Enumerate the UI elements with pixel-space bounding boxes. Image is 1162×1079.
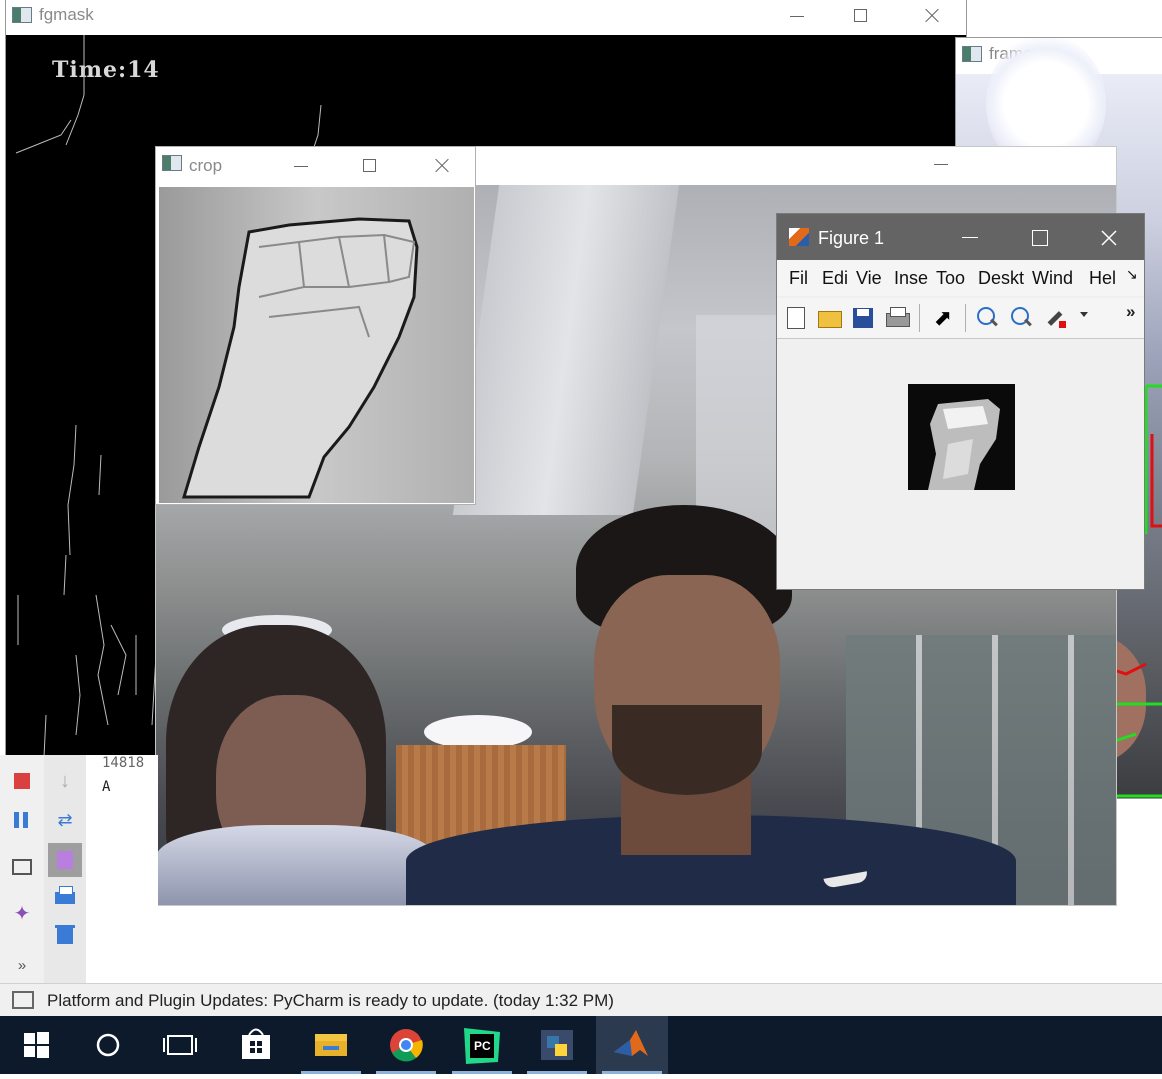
menu-desktop[interactable]: Deskt bbox=[978, 268, 1024, 289]
windows-taskbar: PC bbox=[0, 1016, 1162, 1074]
toolbar-overflow-button[interactable]: » bbox=[1126, 302, 1135, 322]
minimize-button[interactable] bbox=[782, 3, 812, 29]
ceiling-duct bbox=[452, 185, 680, 515]
task-view-button[interactable] bbox=[144, 1016, 216, 1074]
new-figure-icon[interactable] bbox=[781, 304, 809, 332]
maximize-button[interactable] bbox=[846, 3, 876, 29]
toolbar-divider bbox=[965, 304, 966, 332]
window-app-icon bbox=[12, 7, 32, 23]
dropdown-arrow-icon[interactable] bbox=[1080, 312, 1088, 317]
matlab-button[interactable] bbox=[596, 1016, 668, 1074]
save-icon[interactable] bbox=[849, 304, 877, 332]
fgmask-titlebar[interactable]: fgmask bbox=[6, 0, 966, 35]
scroll-down-icon[interactable]: ↓ bbox=[54, 770, 76, 792]
menu-overflow-icon[interactable]: ↘ bbox=[1126, 266, 1138, 283]
toolbar-divider bbox=[919, 304, 920, 332]
minimize-button[interactable] bbox=[962, 237, 978, 238]
print-icon[interactable] bbox=[883, 304, 911, 332]
figure-window[interactable]: Figure 1 Fil Edi Vie Inse Too Deskt Wind… bbox=[776, 213, 1145, 590]
pointer-icon[interactable]: ⬈ bbox=[929, 304, 957, 332]
maximize-button[interactable] bbox=[1032, 230, 1048, 246]
windows-logo-icon bbox=[24, 1032, 49, 1058]
sidebar-more-button[interactable]: » bbox=[11, 955, 33, 977]
zoom-out-icon[interactable] bbox=[1007, 304, 1035, 332]
python-icon bbox=[541, 1030, 573, 1060]
crop-titlebar[interactable]: crop bbox=[156, 147, 475, 185]
task-view-icon bbox=[163, 1035, 197, 1055]
window-title: crop bbox=[189, 156, 223, 175]
store-button[interactable] bbox=[220, 1016, 292, 1074]
folder-icon bbox=[315, 1034, 347, 1056]
store-bag-icon bbox=[242, 1028, 270, 1059]
pycharm-icon: PC bbox=[464, 1028, 500, 1064]
file-explorer-button[interactable] bbox=[295, 1016, 367, 1074]
start-button[interactable] bbox=[0, 1016, 72, 1074]
window-title: fgmask bbox=[39, 5, 94, 24]
status-bar: Platform and Plugin Updates: PyCharm is … bbox=[0, 983, 1162, 1016]
pendant-lamp bbox=[424, 715, 532, 749]
open-file-icon[interactable] bbox=[815, 304, 843, 332]
scroll-end-icon[interactable] bbox=[48, 843, 82, 877]
maximize-button[interactable] bbox=[355, 153, 385, 179]
figure-menubar: Fil Edi Vie Inse Too Deskt Wind Hel ↘ bbox=[777, 260, 1144, 296]
matlab-icon bbox=[789, 228, 809, 246]
crop-image bbox=[159, 187, 474, 503]
menu-window[interactable]: Wind bbox=[1032, 268, 1073, 289]
close-button[interactable] bbox=[916, 3, 946, 29]
close-button[interactable] bbox=[1101, 230, 1117, 246]
menu-help[interactable]: Hel bbox=[1089, 268, 1116, 289]
close-button[interactable] bbox=[426, 153, 456, 179]
figure-title: Figure 1 bbox=[818, 228, 885, 248]
minimize-button[interactable] bbox=[286, 153, 316, 179]
trash-icon[interactable] bbox=[54, 923, 76, 945]
figure-titlebar[interactable]: Figure 1 bbox=[777, 214, 1144, 260]
zoom-in-icon[interactable] bbox=[973, 304, 1001, 332]
chrome-button[interactable] bbox=[370, 1016, 442, 1074]
cortana-circle-icon bbox=[96, 1033, 120, 1057]
run-console-output[interactable]: 14818 A bbox=[86, 755, 158, 983]
console-line: 14818 bbox=[102, 755, 145, 771]
pin-icon[interactable]: ✦ bbox=[11, 903, 33, 925]
event-log-icon[interactable] bbox=[12, 991, 34, 1009]
person-center-beard bbox=[612, 705, 762, 795]
python-button[interactable] bbox=[521, 1016, 593, 1074]
svg-text:PC: PC bbox=[474, 1039, 491, 1053]
window-app-icon bbox=[162, 155, 182, 171]
print-console-icon[interactable] bbox=[54, 885, 76, 907]
menu-edit[interactable]: Edi bbox=[822, 268, 848, 289]
hand-thumbnail bbox=[928, 399, 1000, 490]
run-toolwindow-sidebar: ✦ » ↓ ⇄ bbox=[0, 755, 86, 983]
window-app-icon bbox=[962, 46, 982, 62]
figure-toolbar: ⬈ » bbox=[777, 298, 1144, 339]
crop-window[interactable]: crop bbox=[155, 146, 476, 505]
figure-axes-image bbox=[908, 384, 1015, 490]
matlab-taskbar-icon bbox=[614, 1030, 648, 1056]
menu-view[interactable]: Vie bbox=[856, 268, 882, 289]
layout-icon[interactable] bbox=[11, 856, 33, 878]
brush-icon[interactable] bbox=[1043, 304, 1071, 332]
minimize-button[interactable] bbox=[926, 151, 956, 177]
menu-file[interactable]: Fil bbox=[789, 268, 808, 289]
pycharm-button[interactable]: PC bbox=[446, 1016, 518, 1074]
menu-insert[interactable]: Inse bbox=[894, 268, 928, 289]
menu-tools[interactable]: Too bbox=[936, 268, 965, 289]
stop-icon[interactable] bbox=[11, 770, 33, 792]
soft-wrap-icon[interactable]: ⇄ bbox=[54, 809, 76, 831]
console-line: A bbox=[102, 779, 111, 795]
status-message[interactable]: Platform and Plugin Updates: PyCharm is … bbox=[47, 991, 614, 1011]
hand-silhouette bbox=[181, 217, 419, 499]
pause-icon[interactable] bbox=[11, 809, 33, 831]
search-button[interactable] bbox=[72, 1016, 144, 1074]
person-left-collar bbox=[156, 825, 436, 905]
chrome-icon bbox=[390, 1029, 423, 1062]
